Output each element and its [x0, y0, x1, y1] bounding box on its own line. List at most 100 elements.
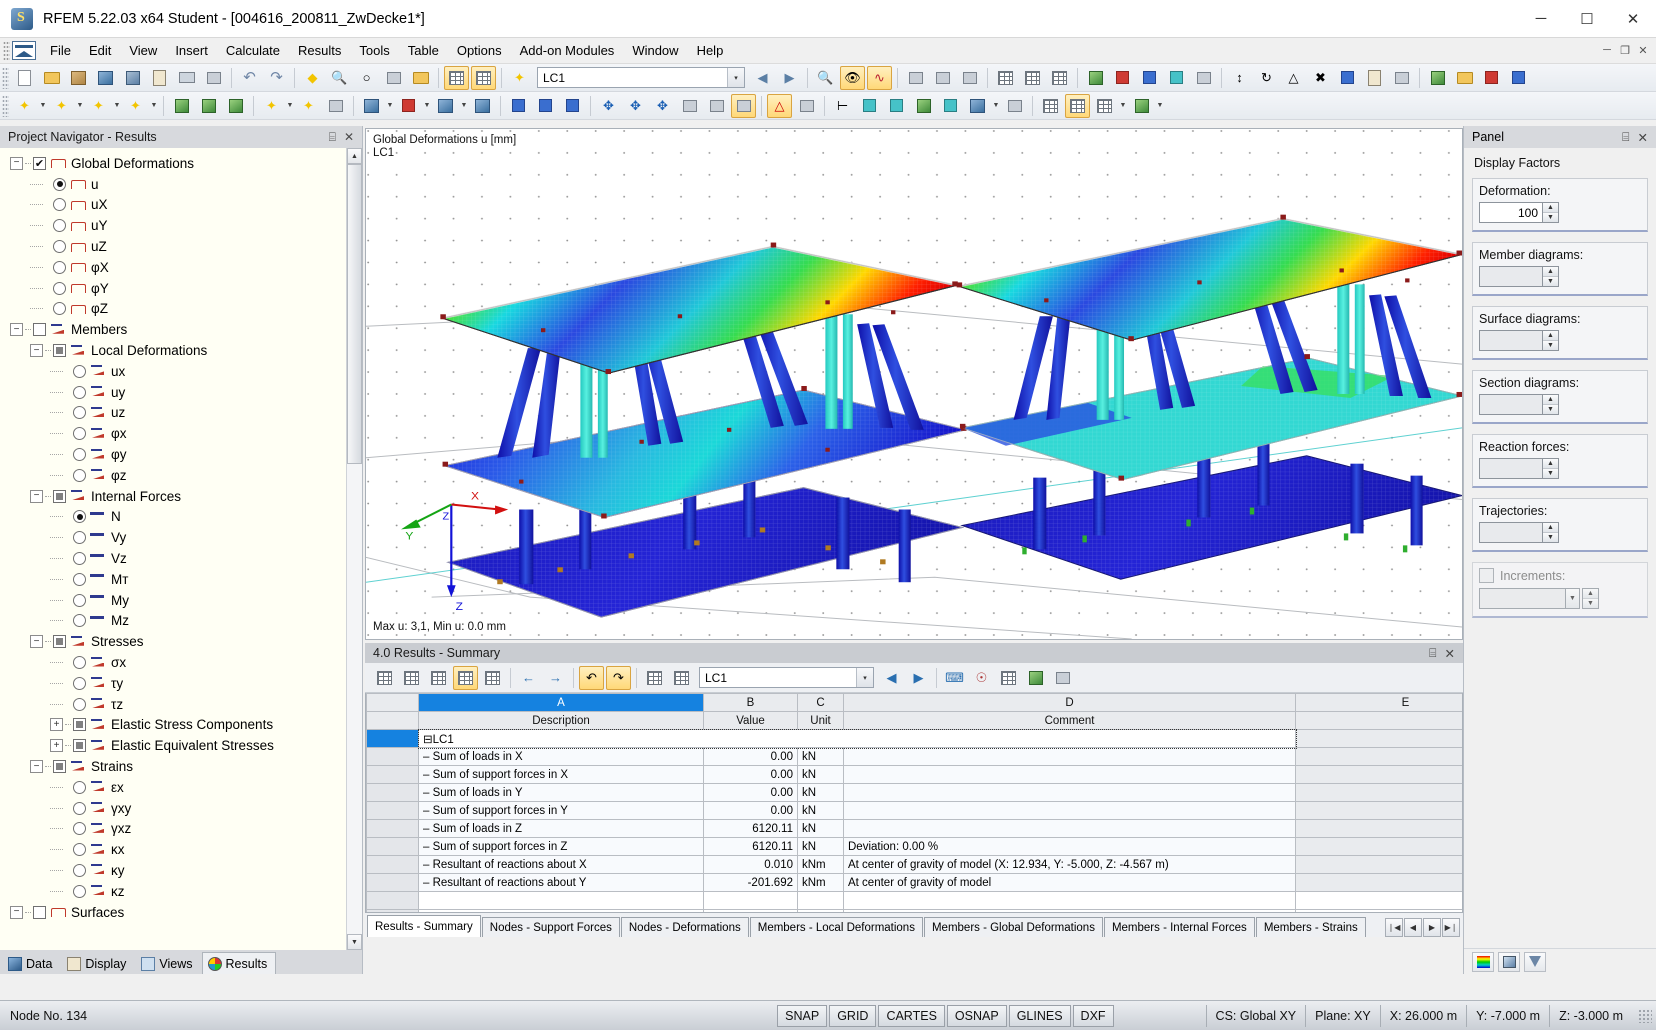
- row-header-cell[interactable]: [367, 892, 419, 910]
- close-button[interactable]: ✕: [1610, 0, 1656, 38]
- table-color-button[interactable]: [453, 666, 478, 690]
- tree-item[interactable]: uy: [0, 382, 346, 403]
- navigator-scrollbar[interactable]: ▲ ▼: [346, 148, 362, 950]
- increments-field[interactable]: [1479, 588, 1565, 609]
- display-factor-field[interactable]: [1479, 458, 1542, 479]
- last-tab-button[interactable]: ▶❘: [1442, 918, 1460, 937]
- display-results-toggle-button[interactable]: △: [767, 94, 792, 118]
- results-table-button[interactable]: [794, 94, 819, 118]
- radio-unselected[interactable]: [53, 198, 66, 211]
- table-next-column-button[interactable]: →: [543, 666, 568, 690]
- new-line-dropdown-icon[interactable]: ▼: [75, 94, 85, 118]
- tree-item[interactable]: −Surfaces: [0, 902, 346, 923]
- radio-unselected[interactable]: [73, 677, 86, 690]
- show-results-button[interactable]: 👁: [840, 66, 865, 90]
- new-free-load-dropdown-icon[interactable]: ▼: [459, 94, 469, 118]
- table-empty-row[interactable]: [367, 892, 1464, 910]
- new-line-button[interactable]: ✦: [49, 94, 74, 118]
- table-row[interactable]: – Sum of loads in Y0.00kN: [367, 784, 1464, 802]
- object-info-button[interactable]: [965, 94, 990, 118]
- new-surface-load-dropdown-icon[interactable]: ▼: [422, 94, 432, 118]
- tree-item[interactable]: ux: [0, 361, 346, 382]
- new-polyline-button[interactable]: ✦: [86, 94, 111, 118]
- table-grid-display-button[interactable]: [642, 666, 667, 690]
- display-factor-stepper[interactable]: ▲▼: [1479, 522, 1559, 543]
- smoothing-button[interactable]: [938, 94, 963, 118]
- new-solid-button[interactable]: [223, 94, 248, 118]
- object-info-dropdown-icon[interactable]: ▼: [991, 94, 1001, 118]
- status-toggle-cartes[interactable]: CARTES: [878, 1005, 944, 1027]
- table-load-case-combo[interactable]: LC1 ▾: [699, 667, 874, 688]
- radio-unselected[interactable]: [73, 864, 86, 877]
- table-select-button[interactable]: ⌨: [942, 666, 967, 690]
- table-chevron-down-icon[interactable]: ▾: [856, 668, 873, 687]
- info-button[interactable]: [1335, 66, 1360, 90]
- secondary-toolbar-grip[interactable]: [2, 95, 9, 117]
- deformation-display-button[interactable]: [903, 66, 928, 90]
- stepper-up-icon[interactable]: ▲: [1543, 395, 1558, 404]
- table-expand-button[interactable]: ↶: [579, 666, 604, 690]
- menu-help[interactable]: Help: [688, 40, 733, 61]
- radio-unselected[interactable]: [73, 656, 86, 669]
- new-free-load-button[interactable]: [433, 94, 458, 118]
- tree-item[interactable]: κz: [0, 881, 346, 902]
- tree-item[interactable]: φx: [0, 423, 346, 444]
- open-model-button[interactable]: [66, 66, 91, 90]
- open-blue-model-button[interactable]: [93, 66, 118, 90]
- view-xy-button[interactable]: ✥: [596, 94, 621, 118]
- table-row[interactable]: – Resultant of reactions about Y-201.692…: [367, 874, 1464, 892]
- tree-item[interactable]: +Elastic Stress Components: [0, 715, 346, 736]
- table-edit-button[interactable]: [669, 666, 694, 690]
- panel-close-icon[interactable]: ✕: [1638, 130, 1648, 145]
- table-grid2-button[interactable]: [1065, 94, 1090, 118]
- stepper-up-icon[interactable]: ▲: [1543, 331, 1558, 340]
- mdi-restore-button[interactable]: ❐: [1616, 44, 1634, 57]
- row-header-cell[interactable]: [367, 784, 419, 802]
- col-letter-a[interactable]: A: [419, 694, 704, 712]
- stepper-up-icon[interactable]: ▲: [1543, 523, 1558, 532]
- globe-button[interactable]: [884, 94, 909, 118]
- table-row[interactable]: – Sum of support forces in Y0.00kN: [367, 802, 1464, 820]
- tab-results[interactable]: Results: [202, 952, 277, 974]
- table-group-row[interactable]: ⊟LC1: [367, 730, 1464, 748]
- tree-item[interactable]: −Members: [0, 319, 346, 340]
- table-prev-case-button[interactable]: ◀: [879, 666, 904, 690]
- nodal-results-button[interactable]: [1110, 66, 1135, 90]
- filter-icon[interactable]: [1524, 952, 1546, 972]
- radio-selected[interactable]: [53, 178, 66, 191]
- radio-unselected[interactable]: [53, 282, 66, 295]
- collapse-icon[interactable]: −: [10, 157, 23, 170]
- tree-item[interactable]: +Elastic Equivalent Stresses: [0, 735, 346, 756]
- radio-unselected[interactable]: [73, 365, 86, 378]
- tree-item[interactable]: −Strains: [0, 756, 346, 777]
- table-insert-row-button[interactable]: [426, 666, 451, 690]
- display-factor-field[interactable]: [1479, 394, 1542, 415]
- status-toggle-glines[interactable]: GLINES: [1009, 1005, 1071, 1027]
- menu-table[interactable]: Table: [399, 40, 448, 61]
- new-cross-section-button[interactable]: ✦: [296, 94, 321, 118]
- display-factor-stepper[interactable]: 100▲▼: [1479, 202, 1559, 223]
- tree-item[interactable]: φX: [0, 257, 346, 278]
- tree-item[interactable]: σx: [0, 652, 346, 673]
- view-rendered-button[interactable]: [731, 94, 756, 118]
- snap-settings-button[interactable]: [911, 94, 936, 118]
- display-factor-field[interactable]: [1479, 330, 1542, 351]
- collapse-icon[interactable]: −: [30, 344, 43, 357]
- navigator-scroll-thumb[interactable]: [347, 164, 362, 464]
- tree-item[interactable]: −Internal Forces: [0, 486, 346, 507]
- panel-pin-icon[interactable]: ⌸: [1622, 130, 1630, 145]
- increments-down-icon[interactable]: ▼: [1583, 598, 1598, 608]
- sphere-button[interactable]: [857, 94, 882, 118]
- new-surface-load-button[interactable]: [396, 94, 421, 118]
- tree-item[interactable]: My: [0, 590, 346, 611]
- move-button[interactable]: [506, 94, 531, 118]
- radio-unselected[interactable]: [73, 802, 86, 815]
- measure-button[interactable]: ↕: [1227, 66, 1252, 90]
- table-calculator-button[interactable]: [1050, 666, 1075, 690]
- resize-grip[interactable]: [1638, 1009, 1652, 1023]
- expand-icon[interactable]: +: [50, 718, 63, 731]
- guideline-button[interactable]: ⊢: [830, 94, 855, 118]
- table-collapse-button[interactable]: ↷: [606, 666, 631, 690]
- tree-item[interactable]: φY: [0, 278, 346, 299]
- table-prev-column-button[interactable]: ←: [516, 666, 541, 690]
